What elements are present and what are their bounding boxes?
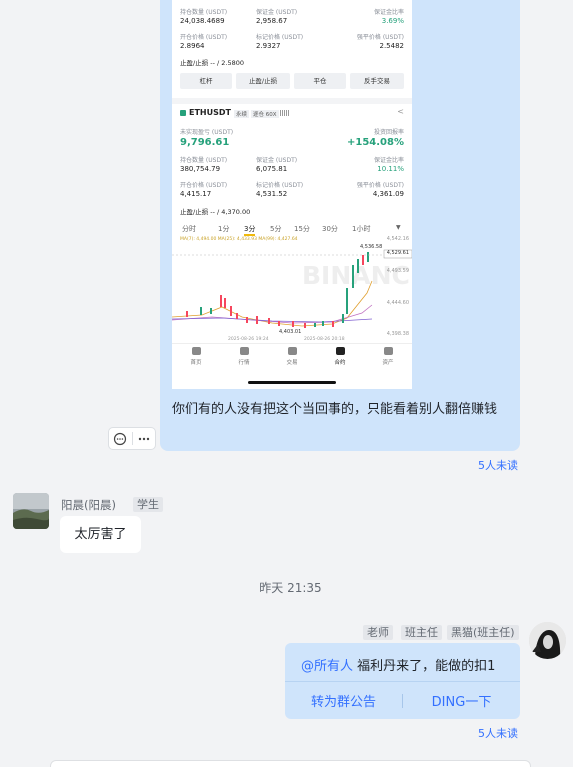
sender-name[interactable]: 黑猫(班主任) <box>447 625 519 640</box>
section-divider <box>172 98 412 104</box>
pos2-qty: 380,754.79 <box>180 165 221 173</box>
nav-markets: 行情 <box>224 347 264 366</box>
pos1-margin: 2,958.67 <box>256 17 288 25</box>
pos2-tpsl: 止盈/止损 -- / 4,370.00 <box>180 208 251 216</box>
pos2-roi: +154.08% <box>347 137 404 148</box>
pos2-mark: 4,531.52 <box>256 190 288 198</box>
timeframe-tab: 15分 <box>294 225 310 233</box>
unread-count[interactable]: 5人未读 <box>478 725 518 741</box>
pos2-mark-label: 标记价格 (USDT) <box>256 182 304 189</box>
price-axis-tick: 4,493.59 <box>386 268 409 274</box>
chart-date-label: 2025-08-26 19:24 <box>228 337 269 342</box>
reverse-trade-button: 反手交易 <box>350 73 404 89</box>
dropdown-icon: ▼ <box>396 224 401 231</box>
set-as-announcement-button[interactable]: 转为群公告 <box>285 691 402 710</box>
share-icon: < <box>397 107 404 116</box>
chart-icon <box>239 347 249 355</box>
pos1-ratio: 3.69% <box>381 17 404 25</box>
wallet-icon <box>383 347 393 355</box>
pos2-tag-perp: 永续 <box>234 110 250 118</box>
unread-count[interactable]: 5人未读 <box>478 457 518 473</box>
pos1-liq: 2.5482 <box>379 42 405 50</box>
home-icon <box>191 347 201 355</box>
pos2-liq: 4,361.09 <box>372 190 404 198</box>
leverage-button: 杠杆 <box>180 73 232 89</box>
nav-futures: 合约 <box>320 347 360 366</box>
price-axis-tick: 4,444.60 <box>386 300 409 306</box>
role-badge-class-teacher: 班主任 <box>401 625 442 640</box>
pos2-open: 4,415.17 <box>180 190 212 198</box>
reply-button[interactable] <box>109 428 132 449</box>
trade-icon <box>287 347 297 355</box>
time-separator: 昨天 21:35 <box>259 581 322 595</box>
timeframe-tab: 分时 <box>182 225 196 233</box>
trading-screenshot-image[interactable]: 持仓数量 (USDT) 24,038.4689 保证金 (USDT) 2,958… <box>172 0 412 389</box>
timeframe-tab: 5分 <box>270 225 282 233</box>
pos1-liq-label: 强平价格 (USDT) <box>356 34 404 41</box>
chart-high-label: 4,536.58 <box>360 244 383 250</box>
announcement-text: @所有人 福利丹来了，能做的扣1 <box>301 659 496 674</box>
sender-name[interactable]: 阳晨(阳晨) <box>61 497 116 513</box>
pos2-pnl: 9,796.61 <box>180 137 230 148</box>
outgoing-message-bubble[interactable]: 持仓数量 (USDT) 24,038.4689 保证金 (USDT) 2,958… <box>160 0 520 451</box>
pos1-mark: 2.9327 <box>256 42 281 50</box>
nav-trade: 交易 <box>272 347 312 366</box>
timeframe-tab: 1分 <box>218 225 230 233</box>
pos1-tpsl: 止盈/止损 -- / 2.5800 <box>180 59 245 67</box>
pos2-roi-label: 投资回报率 <box>373 129 404 136</box>
home-indicator <box>248 381 336 384</box>
pos1-open: 2.8964 <box>180 42 205 50</box>
nav-assets: 资产 <box>368 347 408 366</box>
pos2-ratio-label: 保证金比率 <box>373 157 404 164</box>
announcement-message-bubble[interactable]: @所有人 福利丹来了，能做的扣1 转为群公告 DING一下 <box>285 643 520 719</box>
pos2-tag-leverage: 逐仓 60X <box>251 110 279 118</box>
nav-divider <box>172 343 412 344</box>
pos2-open-label: 开仓价格 (USDT) <box>180 182 228 189</box>
pos2-ratio: 10.11% <box>377 165 404 173</box>
comment-icon <box>114 432 127 445</box>
pos1-mark-label: 标记价格 (USDT) <box>256 34 304 41</box>
price-axis-tick: 4,398.38 <box>386 331 409 337</box>
mention-all[interactable]: @所有人 <box>301 659 353 674</box>
barcode-icon <box>280 110 290 116</box>
message-input-box[interactable] <box>50 760 531 767</box>
role-badge: 学生 <box>133 497 163 512</box>
close-position-button: 平仓 <box>294 73 346 89</box>
landscape-avatar-image <box>13 493 49 529</box>
timeframe-tab: 30分 <box>322 225 338 233</box>
ding-button[interactable]: DING一下 <box>403 691 520 710</box>
avatar[interactable] <box>529 622 566 659</box>
pos2-qty-label: 持仓数量 (USDT) <box>180 157 228 164</box>
price-axis-current: 4,529.61 <box>386 250 409 256</box>
pos1-ratio-label: 保证金比率 <box>373 9 404 16</box>
nav-home: 首页 <box>176 347 216 366</box>
ma-indicator-line: MA(7): 4,494.00 MA(25): 4,433.93 MA(99):… <box>180 237 298 242</box>
price-axis-tick: 4,542.16 <box>386 236 409 242</box>
avatar[interactable] <box>13 493 49 529</box>
pos2-pnl-label: 未实现盈亏 (USDT) <box>180 129 234 136</box>
message-text: 你们有的人没有把这个当回事的，只能看着别人翻倍赚钱 <box>172 402 498 417</box>
pos2-liq-label: 强平价格 (USDT) <box>356 182 404 189</box>
tpsl-button: 止盈/止损 <box>236 73 290 89</box>
long-indicator-icon <box>180 110 186 116</box>
futures-icon <box>335 347 345 355</box>
pos1-margin-label: 保证金 (USDT) <box>256 9 298 16</box>
chart-date-label: 2025-08-26 20:18 <box>304 337 345 342</box>
pos1-open-label: 开仓价格 (USDT) <box>180 34 228 41</box>
role-badge-teacher: 老师 <box>363 625 393 640</box>
chart-low-label: 4,403.01 <box>279 329 302 335</box>
portrait-avatar-image <box>529 622 566 659</box>
message-actions <box>108 427 156 450</box>
incoming-message-bubble[interactable]: 太厉害了 <box>60 516 141 553</box>
announcement-actions: 转为群公告 DING一下 <box>285 682 520 719</box>
pos2-symbol: ETHUSDT <box>189 108 231 117</box>
pos2-margin-label: 保证金 (USDT) <box>256 157 298 164</box>
pos1-qty-label: 持仓数量 (USDT) <box>180 9 228 16</box>
timeframe-tab: 1小时 <box>352 225 371 233</box>
pos2-margin: 6,075.81 <box>256 165 288 173</box>
more-button[interactable] <box>133 428 156 449</box>
timeframe-tab-active: 3分 <box>244 224 256 236</box>
pos1-qty: 24,038.4689 <box>180 17 225 25</box>
more-icon <box>138 437 149 440</box>
